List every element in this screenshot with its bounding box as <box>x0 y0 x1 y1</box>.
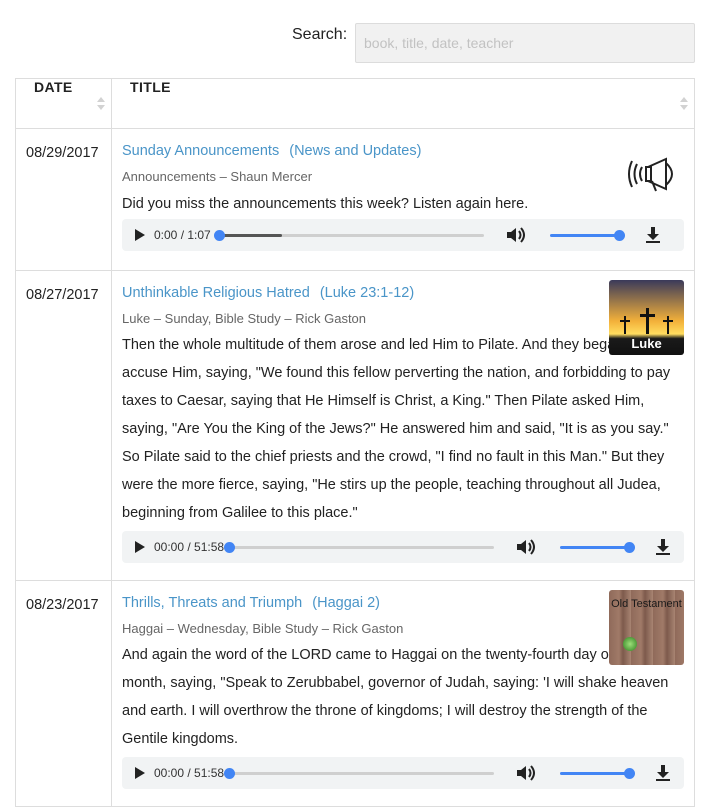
sermon-title: Sunday Announcements <box>122 143 280 159</box>
volume-slider[interactable] <box>550 229 625 241</box>
sort-icon <box>680 97 688 111</box>
sermon-passage: (Haggai 2) <box>312 595 380 611</box>
content-cell: Sunday Announcements (News and Updates) … <box>111 128 695 271</box>
sermon-thumbnail[interactable]: Old Testament <box>609 590 684 665</box>
date-cell: 08/23/2017 <box>15 580 112 807</box>
volume-icon[interactable] <box>516 763 538 783</box>
sermon-description: And again the word of the LORD came to H… <box>122 647 669 747</box>
audio-buffer-bar <box>218 233 282 237</box>
audio-progress-knob[interactable] <box>224 767 235 779</box>
audio-progress-bar[interactable] <box>224 767 494 779</box>
leaf-icon <box>623 637 637 651</box>
megaphone-icon <box>628 157 673 192</box>
audio-time: 00:00 / 51:58 <box>154 540 225 554</box>
audio-player: 0:00 / 1:07 <box>122 219 684 251</box>
audio-time: 00:00 / 51:58 <box>154 766 225 780</box>
search-input[interactable] <box>355 23 695 63</box>
download-icon[interactable] <box>644 225 662 245</box>
audio-progress-bar[interactable] <box>224 541 494 553</box>
date-cell: 08/29/2017 <box>15 128 112 271</box>
volume-slider[interactable] <box>560 767 635 779</box>
audio-progress-bar[interactable] <box>214 229 484 241</box>
volume-knob[interactable] <box>624 767 635 779</box>
play-icon[interactable] <box>128 757 152 789</box>
date-cell: 08/27/2017 <box>15 270 112 581</box>
audio-progress-knob[interactable] <box>214 229 225 241</box>
audio-progress-knob[interactable] <box>224 541 235 553</box>
sermon-title-link[interactable]: Sunday Announcements (News and Updates) <box>122 141 421 161</box>
sort-icon <box>97 97 105 111</box>
play-icon[interactable] <box>128 531 152 563</box>
sermon-description: Then the whole multitude of them arose a… <box>122 337 671 521</box>
volume-icon[interactable] <box>516 537 538 557</box>
content-cell: Thrills, Threats and Triumph (Haggai 2) … <box>111 580 695 807</box>
play-icon[interactable] <box>128 219 152 251</box>
audio-time: 0:00 / 1:07 <box>154 228 211 242</box>
volume-icon[interactable] <box>506 225 528 245</box>
sermon-description: Did you miss the announcements this week… <box>122 196 529 212</box>
content-cell: Unthinkable Religious Hatred (Luke 23:1-… <box>111 270 695 581</box>
download-icon[interactable] <box>654 763 672 783</box>
sermon-thumbnail[interactable]: Luke <box>609 280 684 355</box>
sermon-meta: Announcements – Shaun Mercer <box>122 169 313 184</box>
table-row: 08/27/2017 Unthinkable Religious Hatred … <box>15 270 695 581</box>
table-row: 08/29/2017 Sunday Announcements (News an… <box>15 128 695 271</box>
sermon-title-link[interactable]: Thrills, Threats and Triumph (Haggai 2) <box>122 593 380 613</box>
sermon-meta: Luke – Sunday, Bible Study – Rick Gaston <box>122 311 367 326</box>
sermon-title-link[interactable]: Unthinkable Religious Hatred (Luke 23:1-… <box>122 283 414 303</box>
column-header-label: DATE <box>34 79 73 95</box>
sermon-passage: (Luke 23:1-12) <box>319 285 415 301</box>
column-header-label: TITLE <box>130 79 171 95</box>
thumbnail-label: Old Testament <box>611 598 682 610</box>
search-label: Search: <box>292 26 348 43</box>
audio-player: 00:00 / 51:58 <box>122 531 684 563</box>
sermon-meta: Haggai – Wednesday, Bible Study – Rick G… <box>122 621 404 636</box>
table-header-row: DATE TITLE <box>15 78 695 129</box>
sermon-table: DATE TITLE 08/29/2017 Sunday Announcemen… <box>15 78 695 807</box>
sermon-passage: (News and Updates) <box>289 143 422 159</box>
column-header-title[interactable]: TITLE <box>111 78 695 129</box>
audio-player: 00:00 / 51:58 <box>122 757 684 789</box>
volume-knob[interactable] <box>624 541 635 553</box>
column-header-date[interactable]: DATE <box>15 78 112 129</box>
table-row: 08/23/2017 Thrills, Threats and Triumph … <box>15 580 695 807</box>
volume-slider[interactable] <box>560 541 635 553</box>
volume-knob[interactable] <box>614 229 625 241</box>
thumbnail-label: Luke <box>631 336 662 351</box>
download-icon[interactable] <box>654 537 672 557</box>
search-bar: Search: <box>0 0 711 78</box>
sermon-title: Thrills, Threats and Triumph <box>122 595 303 611</box>
sermon-title: Unthinkable Religious Hatred <box>122 285 310 301</box>
